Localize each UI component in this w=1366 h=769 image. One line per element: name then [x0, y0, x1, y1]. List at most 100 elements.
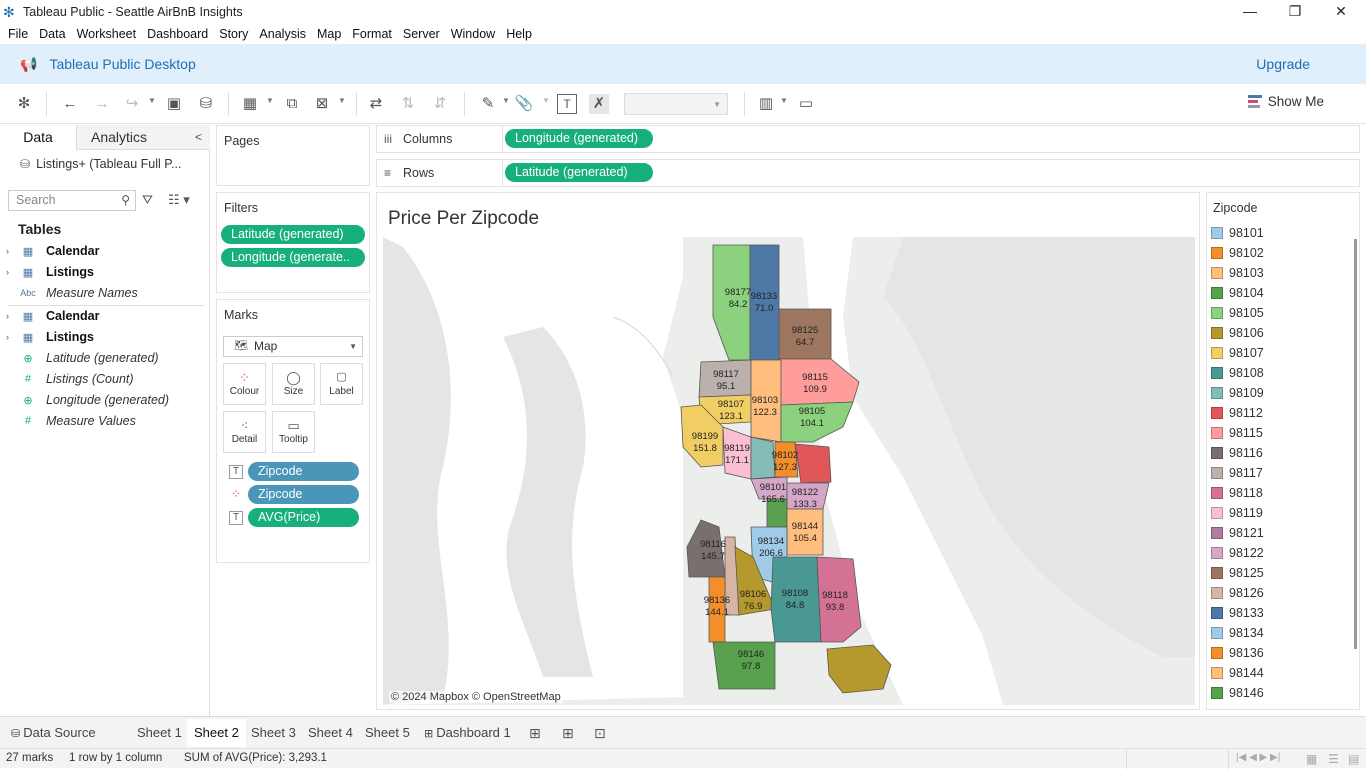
- legend-item[interactable]: 98104: [1211, 283, 1264, 303]
- new-worksheet-icon[interactable]: ▦: [240, 94, 260, 114]
- size-button[interactable]: ◯ Size: [272, 363, 315, 405]
- marks-pill-zipcode-colour[interactable]: Zipcode: [248, 485, 359, 504]
- search-input[interactable]: Search ⚲: [8, 190, 136, 211]
- clear-sheet-dropdown-icon[interactable]: ▼: [338, 96, 346, 105]
- field-measure-names[interactable]: Abc Measure Names: [0, 283, 205, 303]
- undo-icon[interactable]: ←: [60, 94, 80, 114]
- legend-item[interactable]: 98134: [1211, 623, 1264, 643]
- legend-item[interactable]: 98125: [1211, 563, 1264, 583]
- minimize-icon[interactable]: —: [1227, 0, 1273, 23]
- datasource-item[interactable]: ⛁ Listings+ (Tableau Full P...: [20, 157, 181, 171]
- field-longitude[interactable]: ⊕ Longitude (generated): [0, 390, 205, 410]
- tableau-home-icon[interactable]: ✻: [14, 94, 34, 114]
- restore-icon[interactable]: ❐: [1272, 0, 1318, 23]
- menu-dashboard[interactable]: Dashboard: [147, 27, 208, 41]
- filmstrip-view-icon[interactable]: ▤: [1348, 752, 1359, 766]
- menu-help[interactable]: Help: [506, 27, 532, 41]
- close-icon[interactable]: ✕: [1318, 0, 1364, 23]
- legend-item[interactable]: 98103: [1211, 263, 1264, 283]
- legend-item[interactable]: 98116: [1211, 443, 1263, 463]
- field-calendar[interactable]: › ▦ Calendar: [0, 241, 205, 261]
- legend-item[interactable]: 98109: [1211, 383, 1264, 403]
- colour-button[interactable]: ⁘ Colour: [223, 363, 266, 405]
- field-listings-count[interactable]: # Listings (Count): [0, 369, 205, 389]
- tab-analytics[interactable]: Analytics <: [76, 125, 210, 149]
- tab-data-source[interactable]: ⛁ Data Source: [4, 719, 103, 747]
- expand-icon[interactable]: ›: [6, 267, 18, 277]
- replay-icon[interactable]: ↪: [122, 94, 142, 114]
- legend-item[interactable]: 98112: [1211, 403, 1263, 423]
- legend-item[interactable]: 98126: [1211, 583, 1264, 603]
- menu-window[interactable]: Window: [451, 27, 495, 41]
- filter-icon[interactable]: ⛛: [142, 192, 153, 208]
- legend-item[interactable]: 98106: [1211, 323, 1264, 343]
- show-cards-icon[interactable]: ▥: [756, 94, 776, 114]
- field-latitude[interactable]: ⊕ Latitude (generated): [0, 348, 205, 368]
- legend-item[interactable]: 98118: [1211, 483, 1263, 503]
- menu-format[interactable]: Format: [352, 27, 392, 41]
- field-listings-measures[interactable]: › ▦ Listings: [0, 327, 205, 347]
- filters-card[interactable]: Filters Latitude (generated) Longitude (…: [216, 192, 370, 293]
- menu-file[interactable]: File: [8, 27, 28, 41]
- marks-pill-avg-price[interactable]: AVG(Price): [248, 508, 359, 527]
- menu-map[interactable]: Map: [317, 27, 341, 41]
- menu-data[interactable]: Data: [39, 27, 65, 41]
- expand-icon[interactable]: ›: [6, 246, 18, 256]
- legend-item[interactable]: 98102: [1211, 243, 1264, 263]
- legend-item[interactable]: 98117: [1211, 463, 1263, 483]
- fix-axes-icon[interactable]: ✗: [589, 94, 609, 114]
- field-listings[interactable]: › ▦ Listings: [0, 262, 205, 282]
- field-measure-values[interactable]: # Measure Values: [0, 411, 205, 431]
- columns-shelf[interactable]: iii Columns Longitude (generated): [376, 125, 1360, 153]
- rows-pill-latitude[interactable]: Latitude (generated): [505, 163, 653, 182]
- duplicate-sheet-icon[interactable]: ⧉: [282, 94, 302, 114]
- zipcode-legend[interactable]: Zipcode 98101 98102 98103 98104 98105 98106 98…: [1206, 192, 1360, 710]
- filter-pill-longitude[interactable]: Longitude (generate..: [221, 248, 365, 267]
- region-98144[interactable]: [786, 508, 824, 556]
- legend-item[interactable]: 98146: [1211, 683, 1264, 703]
- new-worksheet-tab-icon[interactable]: ⊞: [529, 725, 541, 742]
- legend-scrollbar[interactable]: [1354, 239, 1357, 649]
- highlight-icon[interactable]: ✎: [478, 94, 498, 114]
- presentation-mode-icon[interactable]: ▭: [796, 94, 816, 114]
- region-98112[interactable]: [794, 443, 832, 484]
- legend-item[interactable]: 98108: [1211, 363, 1264, 383]
- new-datasource-icon[interactable]: ⛁: [196, 94, 216, 114]
- mark-type-select[interactable]: 🗺 Map ▼: [223, 336, 363, 357]
- tab-dashboard-1[interactable]: ⊞ Dashboard 1: [417, 719, 518, 747]
- sort-ascending-icon[interactable]: ⇅: [398, 94, 418, 114]
- show-mark-labels-icon[interactable]: T: [557, 94, 577, 114]
- group-dropdown-icon[interactable]: ▼: [542, 96, 550, 105]
- marks-pill-zipcode-label[interactable]: Zipcode: [248, 462, 359, 481]
- menu-analysis[interactable]: Analysis: [259, 27, 306, 41]
- pages-card[interactable]: Pages: [216, 125, 370, 186]
- show-me-button[interactable]: Show Me: [1247, 94, 1324, 109]
- replay-dropdown-icon[interactable]: ▼: [148, 96, 156, 105]
- filter-pill-latitude[interactable]: Latitude (generated): [221, 225, 365, 244]
- expand-icon[interactable]: ›: [6, 311, 18, 321]
- field-calendar-measures[interactable]: › ▦ Calendar: [0, 306, 205, 326]
- menu-worksheet[interactable]: Worksheet: [77, 27, 137, 41]
- swap-rows-columns-icon[interactable]: ⇄: [366, 94, 386, 114]
- rows-shelf[interactable]: ≡ Rows Latitude (generated): [376, 159, 1360, 187]
- detail-button[interactable]: ⁖ Detail: [223, 411, 266, 453]
- tab-sheet-5[interactable]: Sheet 5: [358, 719, 417, 747]
- tooltip-button[interactable]: ▭ Tooltip: [272, 411, 315, 453]
- view-options-icon[interactable]: ☷ ▾: [168, 192, 190, 208]
- clear-sheet-icon[interactable]: ⊠: [312, 94, 332, 114]
- legend-item[interactable]: 98119: [1211, 503, 1263, 523]
- legend-item[interactable]: 98136: [1211, 643, 1264, 663]
- tab-sheet-4[interactable]: Sheet 4: [301, 719, 360, 747]
- legend-item[interactable]: 98101: [1211, 223, 1264, 243]
- group-members-icon[interactable]: 📎: [514, 94, 534, 114]
- tab-sheet-3[interactable]: Sheet 3: [244, 719, 303, 747]
- menu-server[interactable]: Server: [403, 27, 440, 41]
- columns-pill-longitude[interactable]: Longitude (generated): [505, 129, 653, 148]
- legend-item[interactable]: 98122: [1211, 543, 1264, 563]
- menu-story[interactable]: Story: [219, 27, 248, 41]
- show-cards-dropdown-icon[interactable]: ▼: [780, 96, 788, 105]
- new-worksheet-dropdown-icon[interactable]: ▼: [266, 96, 274, 105]
- map-attribution[interactable]: © 2024 Mapbox © OpenStreetMap: [389, 691, 563, 703]
- new-dashboard-tab-icon[interactable]: ⊞: [562, 725, 574, 742]
- legend-item[interactable]: 98105: [1211, 303, 1264, 323]
